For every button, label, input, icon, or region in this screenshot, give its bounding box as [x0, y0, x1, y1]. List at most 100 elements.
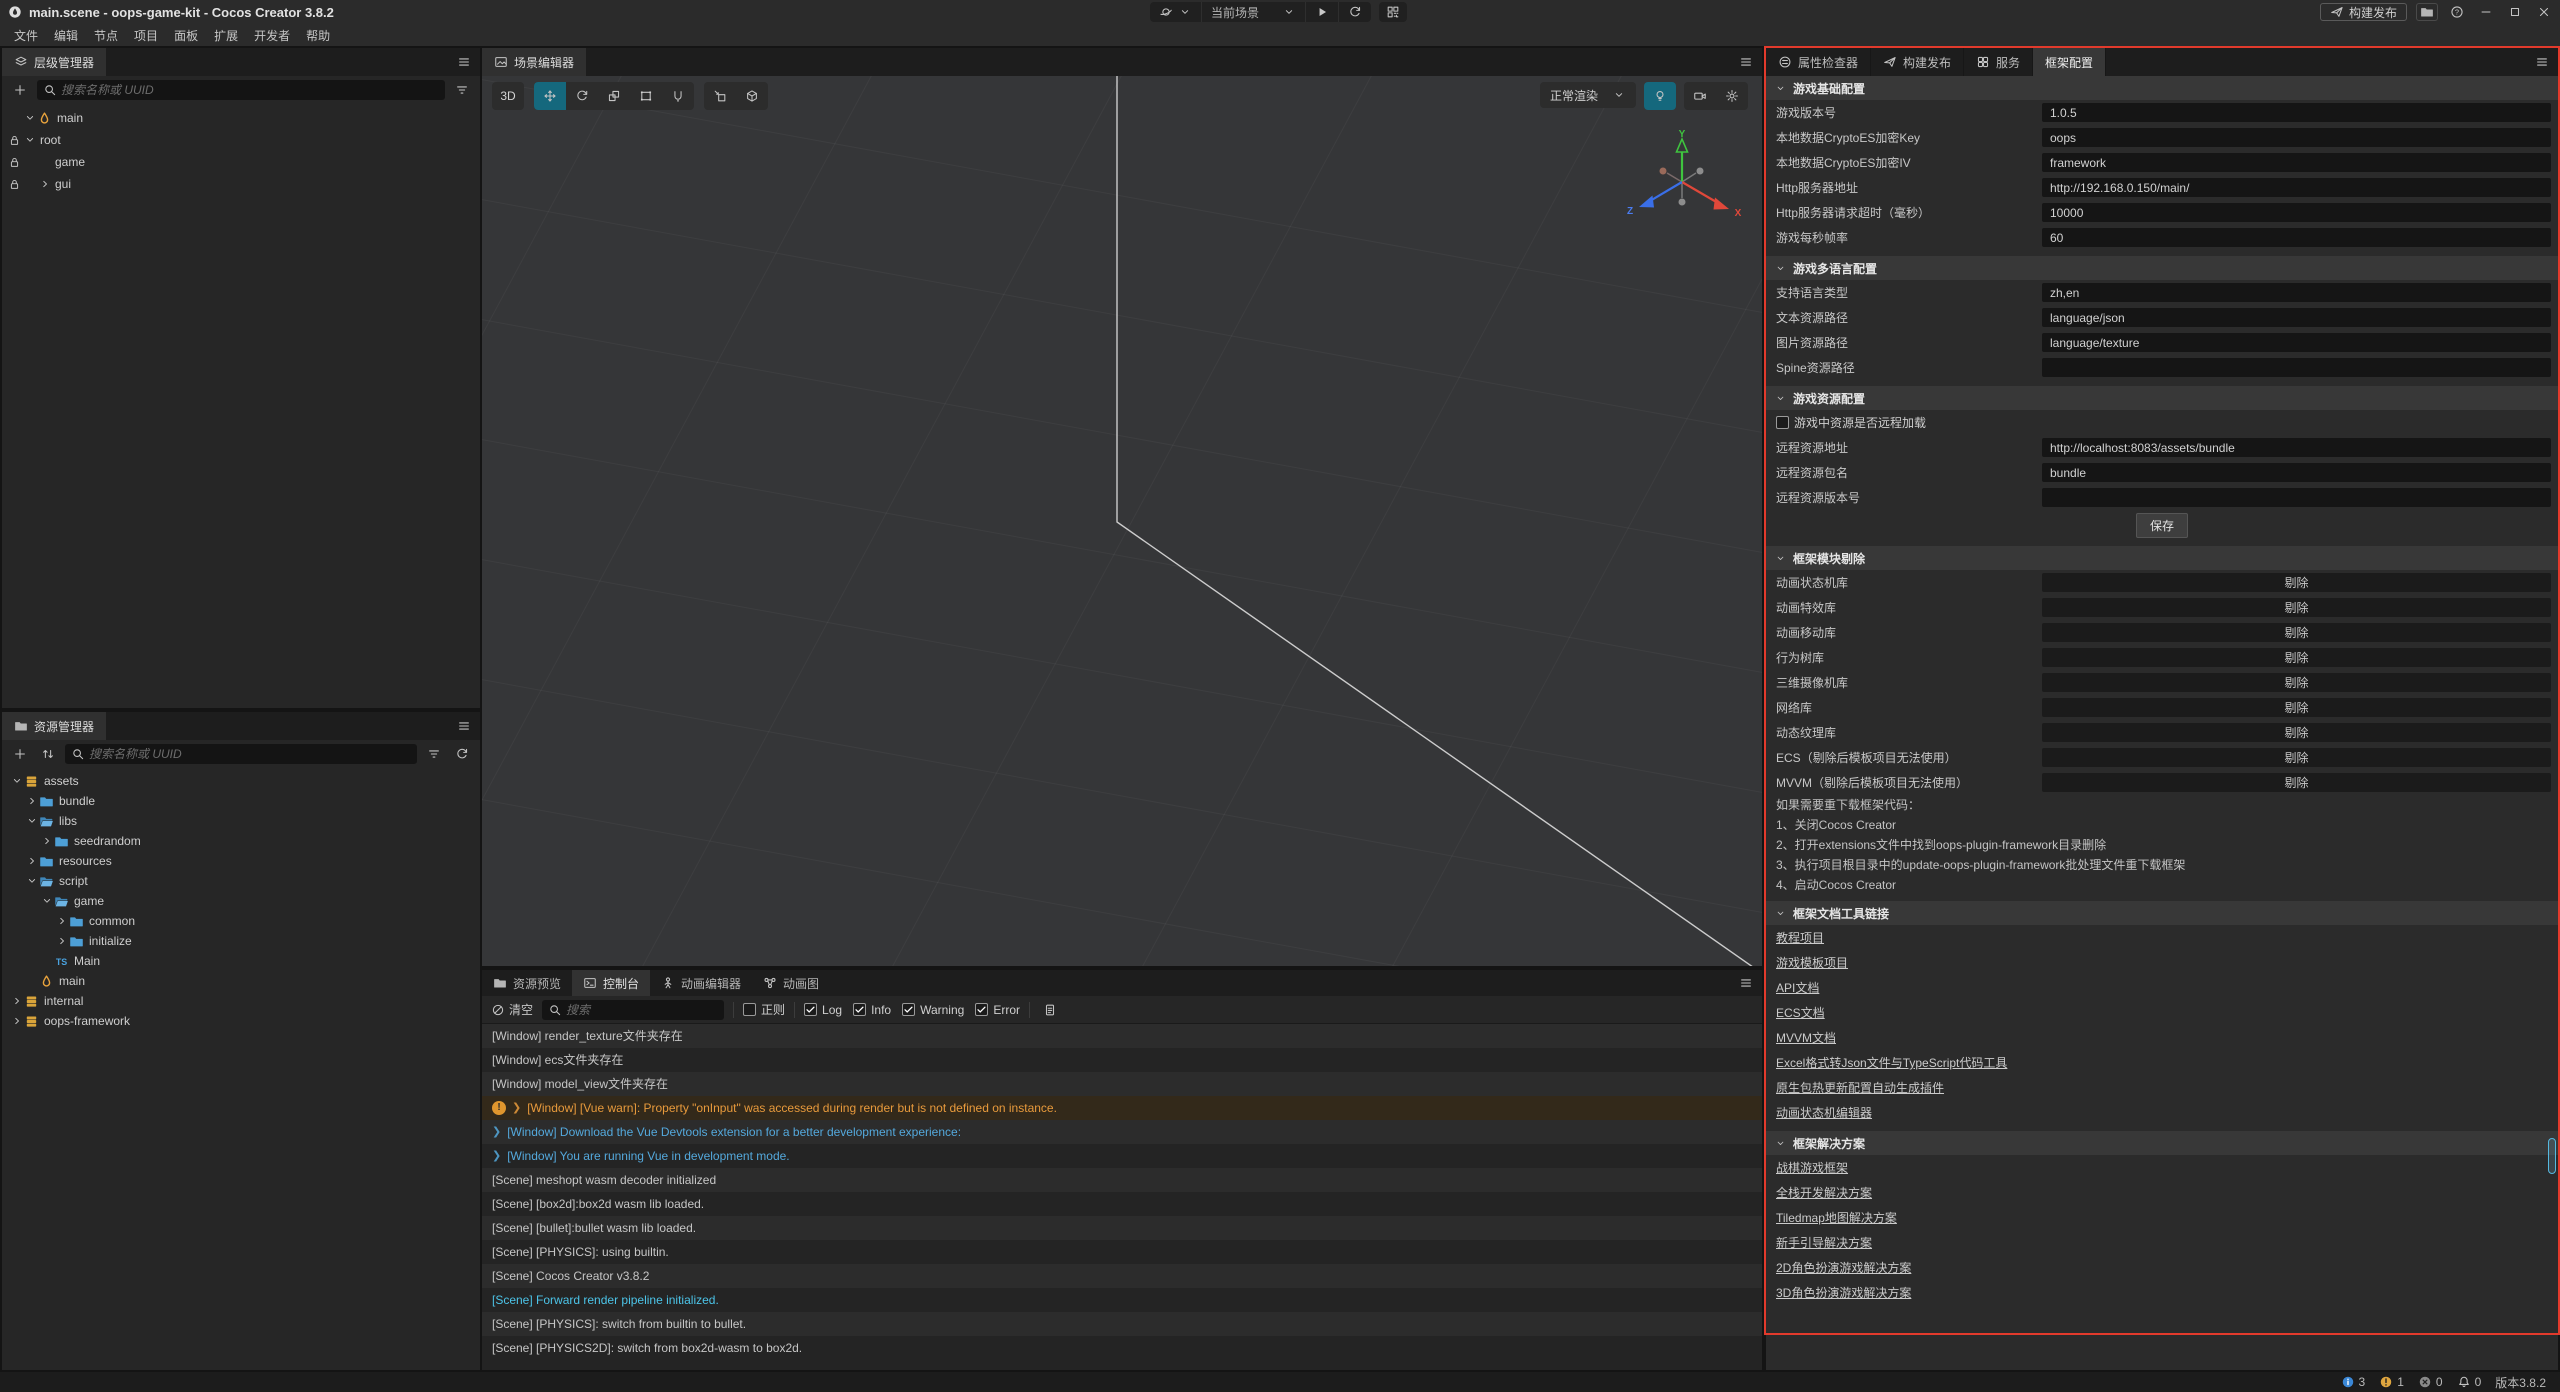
view-settings-button[interactable] [1716, 82, 1748, 110]
checkbox[interactable] [1776, 416, 1789, 429]
log-row[interactable]: [Window] render_texture文件夹存在 [482, 1024, 1762, 1048]
console-search[interactable] [542, 1000, 724, 1020]
doc-link[interactable]: Tiledmap地图解决方案 [1776, 1209, 1897, 1226]
console-menu-button[interactable] [1730, 970, 1762, 996]
section-header[interactable]: 游戏资源配置 [1766, 386, 2558, 410]
checkbox[interactable] [902, 1003, 915, 1016]
info-counter[interactable]: 3 [2337, 1375, 2370, 1389]
chevron-right-icon[interactable] [10, 995, 24, 1007]
chevron-down-icon[interactable] [10, 775, 24, 787]
move-tool-button[interactable] [534, 82, 566, 110]
snap-tool-button[interactable] [704, 82, 736, 110]
hierarchy-search[interactable] [37, 80, 445, 100]
log-row[interactable]: [Scene] [PHYSICS2D]: switch from box2d-w… [482, 1336, 1762, 1360]
log-row[interactable]: [Window] model_view文件夹存在 [482, 1072, 1762, 1096]
expand-chevron-icon[interactable]: ❯ [492, 1144, 501, 1168]
console-search-input[interactable] [566, 1003, 718, 1017]
doc-link[interactable]: 战棋游戏框架 [1776, 1159, 1848, 1176]
doc-link[interactable]: 3D角色扮演游戏解决方案 [1776, 1284, 1911, 1301]
field-input[interactable] [2042, 153, 2551, 172]
section-header[interactable]: 游戏基础配置 [1766, 76, 2558, 100]
inspector-menu-button[interactable] [2526, 48, 2558, 76]
inspector-tab[interactable]: 服务 [1964, 48, 2033, 76]
field-input[interactable] [2042, 308, 2551, 327]
doc-link[interactable]: 游戏模板项目 [1776, 954, 1848, 971]
tree-row[interactable]: bundle [2, 791, 480, 811]
section-header[interactable]: 框架解决方案 [1766, 1131, 2558, 1155]
cull-button[interactable]: 剔除 [2042, 623, 2551, 642]
menu-2[interactable]: 节点 [86, 27, 126, 44]
open-folder-button[interactable] [2416, 3, 2438, 21]
assets-refresh-button[interactable] [451, 744, 473, 764]
lock-icon[interactable] [6, 134, 23, 147]
log-row[interactable]: [Window] ecs文件夹存在 [482, 1048, 1762, 1072]
chevron-down-icon[interactable] [23, 112, 37, 124]
lighting-toggle-button[interactable] [1644, 82, 1676, 110]
tab-hierarchy[interactable]: 层级管理器 [2, 48, 106, 76]
doc-link[interactable]: 动画状态机编辑器 [1776, 1104, 1872, 1121]
log-row[interactable]: ❯[Window] You are running Vue in develop… [482, 1144, 1762, 1168]
rotate-tool-button[interactable] [566, 82, 598, 110]
menu-0[interactable]: 文件 [6, 27, 46, 44]
tree-row[interactable]: main [2, 971, 480, 991]
tree-row[interactable]: gui [2, 173, 480, 195]
inspector-tab[interactable]: 属性检查器 [1766, 48, 1871, 76]
cull-button[interactable]: 剔除 [2042, 723, 2551, 742]
console-tab[interactable]: 动画图 [752, 970, 830, 996]
chevron-down-icon[interactable] [40, 895, 54, 907]
remote-load-checkbox[interactable]: 游戏中资源是否远程加载 [1776, 414, 1926, 431]
inspector-tab[interactable]: 框架配置 [2033, 48, 2106, 76]
scene-viewport[interactable]: 3D 正常渲染 [482, 76, 1762, 966]
filter-error[interactable]: Error [975, 1003, 1020, 1017]
scene-select[interactable]: 当前场景 [1202, 2, 1306, 22]
chevron-right-icon[interactable] [55, 915, 69, 927]
doc-link[interactable]: 全栈开发解决方案 [1776, 1184, 1872, 1201]
doc-link[interactable]: 教程项目 [1776, 929, 1824, 946]
chevron-down-icon[interactable] [25, 875, 39, 887]
cull-button[interactable]: 剔除 [2042, 748, 2551, 767]
ui-transform-tool-button[interactable] [662, 82, 694, 110]
tree-row[interactable]: oops-framework [2, 1011, 480, 1031]
cull-button[interactable]: 剔除 [2042, 573, 2551, 592]
log-row[interactable]: ❯[Window] Download the Vue Devtools exte… [482, 1120, 1762, 1144]
tree-row[interactable]: TSMain [2, 951, 480, 971]
maximize-button[interactable] [2505, 2, 2525, 22]
sort-assets-button[interactable] [37, 744, 59, 764]
console-tab[interactable]: 控制台 [572, 970, 650, 996]
expand-chevron-icon[interactable]: ❯ [512, 1096, 521, 1120]
tab-assets[interactable]: 资源管理器 [2, 712, 106, 740]
create-asset-button[interactable] [9, 744, 31, 764]
tree-row[interactable]: root [2, 129, 480, 151]
tree-row[interactable]: internal [2, 991, 480, 1011]
filter-log[interactable]: Log [804, 1003, 842, 1017]
section-header[interactable]: 框架模块剔除 [1766, 546, 2558, 570]
menu-3[interactable]: 项目 [126, 27, 166, 44]
warning-counter[interactable]: 1 [2375, 1375, 2408, 1389]
checkbox[interactable] [975, 1003, 988, 1016]
field-input[interactable] [2042, 463, 2551, 482]
dimension-toggle-button[interactable]: 3D [492, 82, 524, 110]
field-input[interactable] [2042, 283, 2551, 302]
lock-icon[interactable] [6, 178, 23, 191]
scene-menu-button[interactable] [1730, 48, 1762, 76]
menu-1[interactable]: 编辑 [46, 27, 86, 44]
field-input[interactable] [2042, 178, 2551, 197]
minimize-button[interactable] [2476, 2, 2496, 22]
scale-tool-button[interactable] [598, 82, 630, 110]
menu-4[interactable]: 面板 [166, 27, 206, 44]
preview-platform-select[interactable] [1150, 2, 1202, 22]
assets-filter-button[interactable] [423, 744, 445, 764]
section-header[interactable]: 游戏多语言配置 [1766, 256, 2558, 280]
console-tab[interactable]: 资源预览 [482, 970, 572, 996]
doc-link[interactable]: 原生包热更新配置自动生成插件 [1776, 1079, 1944, 1096]
log-row[interactable]: [Scene] Cocos Creator v3.8.2 [482, 1264, 1762, 1288]
field-input[interactable] [2042, 228, 2551, 247]
cull-button[interactable]: 剔除 [2042, 673, 2551, 692]
regex-checkbox[interactable]: 正则 [743, 1001, 785, 1018]
hierarchy-filter-button[interactable] [451, 80, 473, 100]
doc-link[interactable]: 新手引导解决方案 [1776, 1234, 1872, 1251]
assets-menu-button[interactable] [448, 712, 480, 740]
reload-button[interactable] [1339, 2, 1371, 22]
field-input[interactable] [2042, 333, 2551, 352]
tree-row[interactable]: seedrandom [2, 831, 480, 851]
